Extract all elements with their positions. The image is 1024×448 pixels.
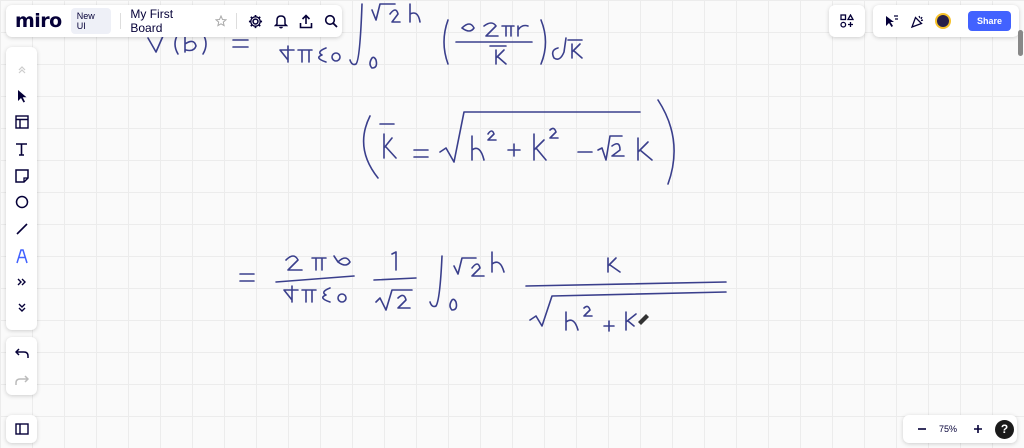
divider	[235, 13, 237, 29]
share-button[interactable]: Share	[967, 11, 1011, 31]
collaboration-panel: Share	[873, 5, 1019, 37]
templates-icon[interactable]	[6, 111, 37, 133]
creation-toolbar	[6, 47, 37, 330]
frames-icon	[14, 423, 29, 435]
undo-redo-panel	[6, 337, 37, 395]
collapse-icon[interactable]	[6, 297, 37, 319]
board-title[interactable]: My First Board	[130, 7, 206, 35]
text-icon[interactable]	[6, 138, 37, 160]
export-icon[interactable]	[295, 10, 316, 32]
avatar[interactable]	[935, 13, 951, 29]
scrollbar-thumb[interactable]	[1018, 30, 1023, 56]
search-icon[interactable]	[321, 10, 342, 32]
pen-line-icon[interactable]	[6, 218, 37, 240]
settings-icon[interactable]	[245, 10, 266, 32]
undo-icon[interactable]	[6, 342, 37, 364]
avatar-image	[937, 15, 949, 27]
celebrate-icon[interactable]	[906, 10, 928, 32]
help-button[interactable]: ?	[995, 419, 1014, 439]
apps-icon[interactable]	[840, 14, 854, 28]
new-ui-badge[interactable]: New UI	[70, 8, 112, 34]
more-tools-icon[interactable]	[6, 271, 37, 293]
board-canvas[interactable]	[0, 0, 1024, 448]
bell-icon[interactable]	[270, 10, 291, 32]
tool-collapse-up[interactable]	[6, 59, 37, 81]
divider	[120, 13, 122, 29]
miro-logo[interactable]: miro	[15, 10, 62, 32]
zoom-in-icon[interactable]	[967, 418, 989, 440]
frames-panel-button[interactable]	[6, 415, 37, 443]
vertical-scrollbar[interactable]	[1017, 30, 1023, 442]
shape-icon[interactable]	[6, 191, 37, 213]
select-icon[interactable]	[6, 85, 37, 107]
zoom-controls: 75% ?	[903, 415, 1017, 443]
handwritten-math	[147, 3, 727, 332]
zoom-level[interactable]: 75%	[933, 424, 963, 434]
star-icon[interactable]	[210, 10, 231, 32]
sticky-note-icon[interactable]	[6, 165, 37, 187]
zoom-out-icon[interactable]	[911, 418, 933, 440]
top-toolbar: miro New UI My First Board	[6, 5, 342, 37]
pen-icon[interactable]	[6, 245, 37, 267]
cursor-reactions-icon[interactable]	[880, 10, 902, 32]
apps-panel	[829, 5, 865, 37]
redo-icon[interactable]	[6, 369, 37, 391]
